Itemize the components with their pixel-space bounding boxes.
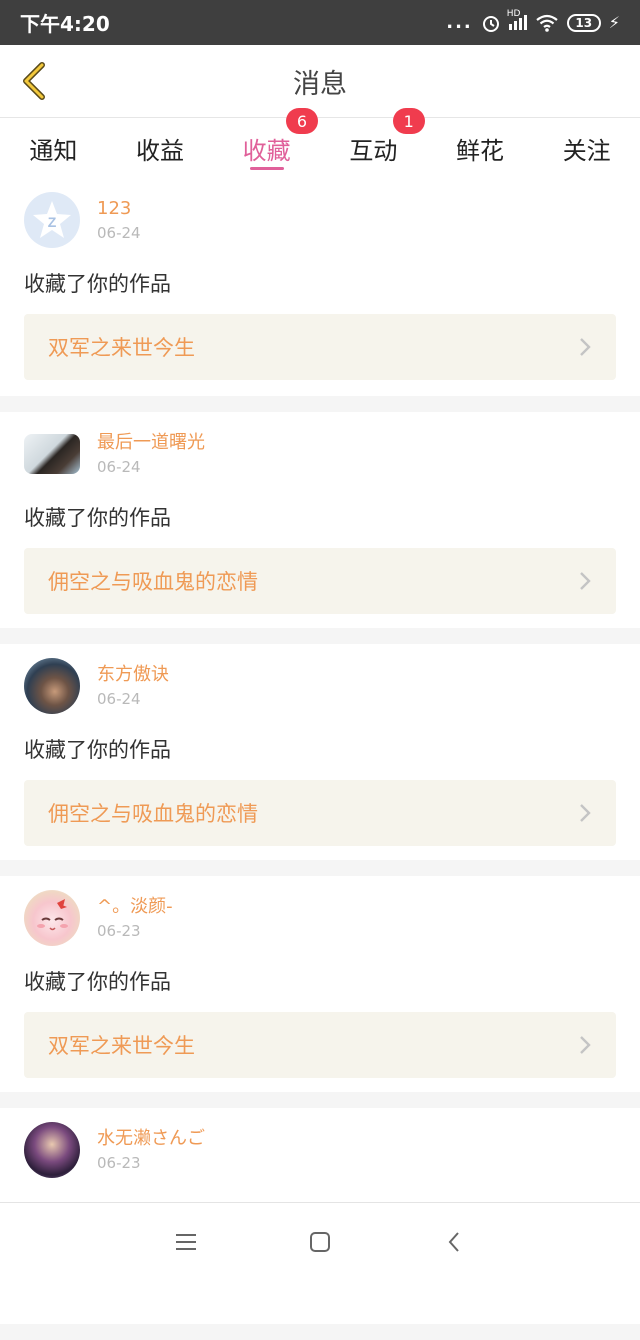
list-item: Z 123 06-24 收藏了你的作品 双军之来世今生 — [0, 178, 640, 396]
avatar[interactable]: Z — [24, 192, 80, 248]
header-bar: 消息 — [0, 45, 640, 118]
item-date: 06-23 — [97, 922, 141, 940]
battery-level: 13 — [575, 15, 593, 30]
menu-icon — [176, 1234, 196, 1250]
user-name[interactable]: 123 — [97, 198, 141, 220]
back-button[interactable] — [437, 1225, 471, 1259]
system-nav-bar — [0, 1202, 640, 1281]
chevron-right-icon — [580, 572, 591, 590]
tab-flowers[interactable]: 鲜花 — [427, 118, 534, 178]
avatar[interactable] — [24, 658, 80, 714]
work-title: 佣空之与吸血鬼的恋情 — [48, 802, 258, 826]
tab-label: 鲜花 — [456, 136, 505, 165]
tab-badge: 1 — [392, 108, 425, 134]
user-name[interactable]: 最后一道曙光 — [97, 432, 205, 454]
work-link[interactable]: 双军之来世今生 — [24, 314, 616, 380]
page-title: 消息 — [293, 68, 347, 100]
hd-label: HD — [506, 9, 521, 19]
user-name[interactable]: ^。淡颜- — [97, 896, 173, 918]
home-button[interactable] — [303, 1225, 337, 1259]
item-date: 06-24 — [97, 458, 141, 476]
tab-label: 关注 — [562, 136, 611, 165]
work-link[interactable]: 双军之来世今生 — [24, 1012, 616, 1078]
action-text: 收藏了你的作品 — [24, 738, 171, 762]
action-text: 收藏了你的作品 — [24, 272, 171, 296]
tab-label: 通知 — [29, 136, 78, 165]
chevron-right-icon — [580, 338, 591, 356]
alarm-icon — [482, 15, 499, 32]
more-dots-icon: ... — [446, 12, 473, 33]
list-item: 东方傲诀 06-24 收藏了你的作品 佣空之与吸血鬼的恋情 — [0, 644, 640, 860]
status-time: 下午4:20 — [20, 12, 110, 36]
list-item: 最后一道曙光 06-24 收藏了你的作品 佣空之与吸血鬼的恋情 — [0, 412, 640, 628]
avatar[interactable] — [24, 890, 80, 946]
item-date: 06-24 — [97, 224, 141, 242]
anime-face-icon — [37, 899, 68, 931]
default-avatar-icon: Z — [33, 201, 71, 238]
square-icon — [310, 1232, 330, 1252]
battery-icon: 13 — [566, 13, 601, 32]
user-name[interactable]: 水无濑さんご — [97, 1128, 205, 1150]
active-tab-indicator — [249, 167, 284, 170]
back-chevron-icon[interactable] — [14, 59, 54, 103]
work-title: 双军之来世今生 — [48, 1034, 195, 1058]
work-title: 双军之来世今生 — [48, 336, 195, 360]
message-list: Z 123 06-24 收藏了你的作品 双军之来世今生 最后一道曙光 06-24… — [0, 178, 640, 1340]
avatar[interactable] — [24, 1122, 80, 1178]
tab-label: 收益 — [136, 136, 184, 165]
wifi-icon — [536, 14, 558, 32]
tab-label: 收藏 — [242, 136, 291, 165]
item-date: 06-23 — [97, 1154, 141, 1172]
chevron-right-icon — [580, 804, 591, 822]
tab-notifications[interactable]: 通知 — [0, 118, 107, 178]
tab-favorites[interactable]: 收藏 6 — [213, 108, 320, 178]
chevron-right-icon — [580, 1036, 591, 1054]
svg-text:Z: Z — [48, 214, 57, 230]
tab-bar: 通知 收益 收藏 6 互动 1 鲜花 关注 — [0, 108, 640, 178]
avatar[interactable] — [24, 434, 80, 474]
tab-earnings[interactable]: 收益 — [107, 118, 214, 178]
status-icons: ... HD 13 ⚡ — [446, 9, 620, 33]
action-text: 收藏了你的作品 — [24, 970, 171, 994]
charging-icon: ⚡ — [608, 13, 620, 32]
tab-interactions[interactable]: 互动 1 — [320, 108, 427, 178]
tab-follows[interactable]: 关注 — [533, 118, 640, 178]
work-link[interactable]: 佣空之与吸血鬼的恋情 — [24, 780, 616, 846]
tab-badge: 6 — [286, 108, 319, 134]
work-title: 佣空之与吸血鬼的恋情 — [48, 570, 258, 594]
action-text: 收藏了你的作品 — [24, 506, 171, 530]
work-link[interactable]: 佣空之与吸血鬼的恋情 — [24, 548, 616, 614]
status-bar: 下午4:20 ... HD 13 ⚡ — [0, 0, 640, 45]
list-item: ^。淡颜- 06-23 收藏了你的作品 双军之来世今生 — [0, 876, 640, 1092]
tab-label: 互动 — [349, 136, 398, 165]
user-name[interactable]: 东方傲诀 — [97, 664, 169, 686]
menu-button[interactable] — [169, 1225, 203, 1259]
chevron-left-icon — [448, 1232, 459, 1252]
signal-icon: HD — [507, 9, 527, 30]
item-date: 06-24 — [97, 690, 141, 708]
